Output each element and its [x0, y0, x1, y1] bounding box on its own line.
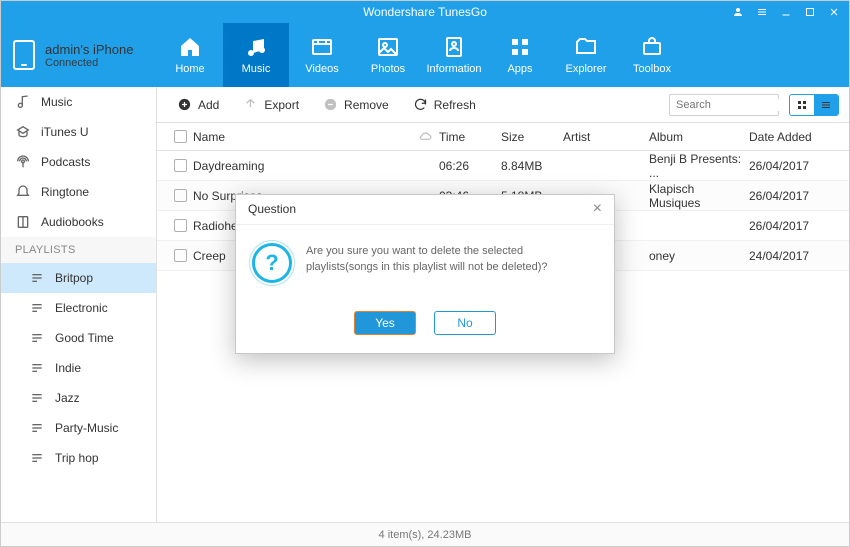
- dialog-message: Are you sure you want to delete the sele…: [306, 243, 598, 276]
- view-toggle: [789, 94, 839, 116]
- col-time[interactable]: Time: [439, 130, 501, 144]
- refresh-button[interactable]: Refresh: [403, 93, 486, 116]
- playlist-good-time[interactable]: Good Time: [1, 323, 156, 353]
- playlist-jazz[interactable]: Jazz: [1, 383, 156, 413]
- list-view-button[interactable]: [814, 95, 838, 115]
- cloud-icon: [418, 130, 432, 144]
- select-all-checkbox[interactable]: [174, 130, 187, 143]
- table-header: Name Time Size Artist Album Date Added: [157, 123, 849, 151]
- nav: Home Music Videos Photos Information App…: [157, 23, 685, 87]
- dialog-close-button[interactable]: ×: [593, 201, 602, 217]
- cell-date: 24/04/2017: [749, 249, 839, 263]
- playlist-party-music[interactable]: Party-Music: [1, 413, 156, 443]
- titlebar: Wondershare TunesGo: [1, 1, 849, 23]
- user-icon[interactable]: [727, 3, 749, 21]
- nav-explorer[interactable]: Explorer: [553, 23, 619, 87]
- col-size[interactable]: Size: [501, 130, 563, 144]
- cell-date: 26/04/2017: [749, 219, 839, 233]
- col-album[interactable]: Album: [649, 130, 749, 144]
- table-row[interactable]: Daydreaming 06:268.84MB Benji B Presents: …: [157, 151, 849, 181]
- sidebar-music[interactable]: Music: [1, 87, 156, 117]
- grid-view-button[interactable]: [790, 95, 814, 115]
- header: admin's iPhone Connected Home Music Vide…: [1, 23, 849, 87]
- nav-information[interactable]: Information: [421, 23, 487, 87]
- device-name: admin's iPhone: [45, 42, 133, 57]
- row-checkbox[interactable]: [174, 159, 187, 172]
- sidebar: Music iTunes U Podcasts Ringtone Audiobo…: [1, 87, 157, 522]
- cell-size: 8.84MB: [501, 159, 563, 173]
- sidebar-podcasts[interactable]: Podcasts: [1, 147, 156, 177]
- device-panel[interactable]: admin's iPhone Connected: [1, 23, 157, 87]
- cell-album: oney: [649, 249, 749, 263]
- search-box[interactable]: [669, 94, 779, 116]
- close-button[interactable]: [823, 3, 845, 21]
- playlists-header: PLAYLISTS: [1, 237, 156, 263]
- row-checkbox[interactable]: [174, 219, 187, 232]
- question-icon: ?: [252, 243, 292, 283]
- nav-home[interactable]: Home: [157, 23, 223, 87]
- playlist-electronic[interactable]: Electronic: [1, 293, 156, 323]
- nav-toolbox[interactable]: Toolbox: [619, 23, 685, 87]
- no-button[interactable]: No: [434, 311, 496, 335]
- device-status: Connected: [45, 57, 133, 69]
- nav-videos[interactable]: Videos: [289, 23, 355, 87]
- playlist-indie[interactable]: Indie: [1, 353, 156, 383]
- col-artist[interactable]: Artist: [563, 130, 649, 144]
- app-title: Wondershare TunesGo: [363, 5, 487, 19]
- nav-music[interactable]: Music: [223, 23, 289, 87]
- toolbar: Add Export Remove Refresh: [157, 87, 849, 123]
- nav-apps[interactable]: Apps: [487, 23, 553, 87]
- sidebar-audiobooks[interactable]: Audiobooks: [1, 207, 156, 237]
- menu-icon[interactable]: [751, 3, 773, 21]
- cell-album: Klapisch Musiques: [649, 182, 749, 210]
- col-date[interactable]: Date Added: [749, 130, 839, 144]
- add-button[interactable]: Add: [167, 93, 229, 116]
- remove-button[interactable]: Remove: [313, 93, 399, 116]
- row-checkbox[interactable]: [174, 189, 187, 202]
- cell-date: 26/04/2017: [749, 159, 839, 173]
- col-name[interactable]: Name: [193, 130, 411, 144]
- row-checkbox[interactable]: [174, 249, 187, 262]
- cell-album: Benji B Presents: ...: [649, 152, 749, 180]
- nav-photos[interactable]: Photos: [355, 23, 421, 87]
- cell-name: Daydreaming: [193, 159, 411, 173]
- export-button[interactable]: Export: [233, 93, 309, 116]
- confirm-dialog: Question × ? Are you sure you want to de…: [235, 194, 615, 354]
- phone-icon: [13, 40, 35, 70]
- cell-date: 26/04/2017: [749, 189, 839, 203]
- sidebar-ringtone[interactable]: Ringtone: [1, 177, 156, 207]
- yes-button[interactable]: Yes: [354, 311, 416, 335]
- statusbar: 4 item(s), 24.23MB: [1, 522, 849, 546]
- minimize-button[interactable]: [775, 3, 797, 21]
- cell-time: 06:26: [439, 159, 501, 173]
- playlist-britpop[interactable]: Britpop: [1, 263, 156, 293]
- maximize-button[interactable]: [799, 3, 821, 21]
- sidebar-itunes-u[interactable]: iTunes U: [1, 117, 156, 147]
- playlist-trip-hop[interactable]: Trip hop: [1, 443, 156, 473]
- dialog-title: Question: [248, 202, 296, 216]
